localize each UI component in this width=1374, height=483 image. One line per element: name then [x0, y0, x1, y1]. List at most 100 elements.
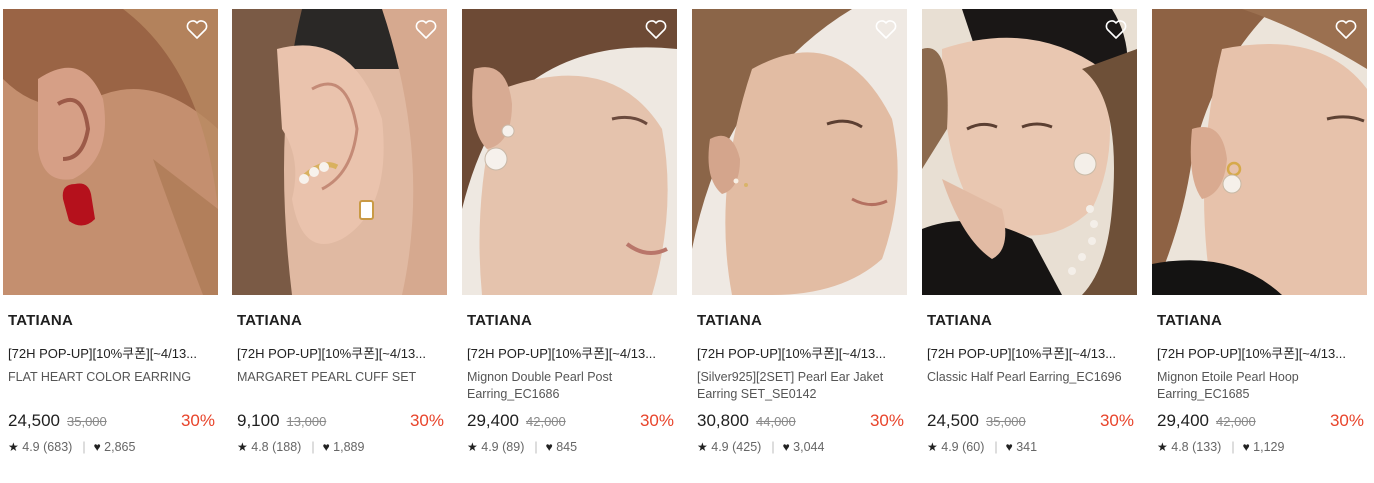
wishlist-heart-icon[interactable]	[644, 18, 668, 40]
wishlist-heart-icon[interactable]	[1104, 18, 1128, 40]
rating-likes: ★ 4.8 (133) | ♥ 1,129	[1157, 440, 1284, 454]
heart-filled-icon: ♥	[1005, 440, 1013, 454]
heart-filled-icon: ♥	[782, 440, 790, 454]
star-icon: ★	[697, 440, 708, 454]
rating-likes: ★ 4.9 (425) | ♥ 3,044	[697, 440, 824, 454]
review-count: (60)	[962, 440, 985, 454]
heart-filled-icon: ♥	[545, 440, 553, 454]
divider: |	[1231, 440, 1235, 454]
product-photo	[232, 9, 447, 295]
rating-value: 4.9	[941, 440, 959, 454]
like-count: 3,044	[793, 440, 825, 454]
heart-filled-icon: ♥	[93, 440, 101, 454]
wishlist-heart-icon[interactable]	[414, 18, 438, 40]
product-name[interactable]: MARGARET PEARL CUFF SET	[237, 369, 442, 386]
brand-name[interactable]: TATIANA	[927, 312, 992, 329]
star-icon: ★	[237, 440, 248, 454]
discount-rate: 30%	[869, 411, 904, 430]
product-card[interactable]: TATIANA [72H POP-UP][10%쿠폰][~4/13... MAR…	[232, 9, 447, 479]
promo-text[interactable]: [72H POP-UP][10%쿠폰][~4/13...	[697, 343, 902, 362]
promo-text[interactable]: [72H POP-UP][10%쿠폰][~4/13...	[237, 343, 442, 362]
discount-rate: 30%	[1099, 411, 1134, 430]
price-row: 29,400 42,000 30%	[467, 411, 674, 433]
price-row: 30,800 44,000 30%	[697, 411, 904, 433]
product-name[interactable]: Mignon Double Pearl Post Earring_EC1686	[467, 369, 672, 402]
sale-price: 30,800	[697, 411, 749, 430]
sale-price: 9,100	[237, 411, 280, 430]
promo-text[interactable]: [72H POP-UP][10%쿠폰][~4/13...	[927, 343, 1132, 362]
wishlist-heart-icon[interactable]	[1334, 18, 1358, 40]
sale-price: 29,400	[1157, 411, 1209, 430]
sale-price: 24,500	[8, 411, 60, 430]
rating-likes: ★ 4.8 (188) | ♥ 1,889	[237, 440, 364, 454]
product-photo	[922, 9, 1137, 295]
rating-value: 4.9	[481, 440, 499, 454]
product-image[interactable]	[3, 9, 218, 295]
product-photo	[462, 9, 677, 295]
star-icon: ★	[1157, 440, 1168, 454]
rating-value: 4.9	[711, 440, 729, 454]
product-image[interactable]	[922, 9, 1137, 295]
like-count: 341	[1016, 440, 1038, 454]
product-photo	[692, 9, 907, 295]
original-price: 13,000	[286, 414, 327, 429]
product-name[interactable]: [Silver925][2SET] Pearl Ear Jaket Earrin…	[697, 369, 902, 402]
divider: |	[771, 440, 775, 454]
product-card[interactable]: TATIANA [72H POP-UP][10%쿠폰][~4/13... [Si…	[692, 9, 907, 479]
product-card[interactable]: TATIANA [72H POP-UP][10%쿠폰][~4/13... Mig…	[1152, 9, 1367, 479]
review-count: (425)	[732, 440, 762, 454]
price-row: 29,400 42,000 30%	[1157, 411, 1364, 433]
product-grid: TATIANA [72H POP-UP][10%쿠폰][~4/13... FLA…	[0, 0, 1374, 483]
original-price: 42,000	[526, 414, 566, 429]
heart-filled-icon: ♥	[1242, 440, 1250, 454]
product-image[interactable]	[232, 9, 447, 295]
divider: |	[82, 440, 86, 454]
original-price: 44,000	[756, 414, 796, 429]
review-count: (188)	[272, 440, 302, 454]
original-price: 42,000	[1216, 414, 1256, 429]
rating-value: 4.8	[251, 440, 269, 454]
rating-value: 4.8	[1171, 440, 1189, 454]
star-icon: ★	[467, 440, 478, 454]
product-name[interactable]: Classic Half Pearl Earring_EC1696	[927, 369, 1132, 386]
price-row: 24,500 35,000 30%	[927, 411, 1134, 433]
heart-filled-icon: ♥	[322, 440, 330, 454]
brand-name[interactable]: TATIANA	[8, 312, 73, 329]
product-image[interactable]	[692, 9, 907, 295]
original-price: 35,000	[986, 414, 1026, 429]
like-count: 1,129	[1253, 440, 1285, 454]
brand-name[interactable]: TATIANA	[467, 312, 532, 329]
product-card[interactable]: TATIANA [72H POP-UP][10%쿠폰][~4/13... FLA…	[3, 9, 218, 479]
price-row: 24,500 35,000 30%	[8, 411, 215, 433]
promo-text[interactable]: [72H POP-UP][10%쿠폰][~4/13...	[8, 343, 213, 362]
star-icon: ★	[927, 440, 938, 454]
rating-value: 4.9	[22, 440, 40, 454]
brand-name[interactable]: TATIANA	[1157, 312, 1222, 329]
wishlist-heart-icon[interactable]	[874, 18, 898, 40]
star-icon: ★	[8, 440, 19, 454]
brand-name[interactable]: TATIANA	[237, 312, 302, 329]
divider: |	[994, 440, 998, 454]
wishlist-heart-icon[interactable]	[185, 18, 209, 40]
product-name[interactable]: Mignon Etoile Pearl Hoop Earring_EC1685	[1157, 369, 1362, 402]
rating-likes: ★ 4.9 (60) | ♥ 341	[927, 440, 1037, 454]
price-row: 9,100 13,000 30%	[237, 411, 444, 433]
promo-text[interactable]: [72H POP-UP][10%쿠폰][~4/13...	[467, 343, 672, 362]
product-card[interactable]: TATIANA [72H POP-UP][10%쿠폰][~4/13... Mig…	[462, 9, 677, 479]
like-count: 2,865	[104, 440, 136, 454]
divider: |	[534, 440, 538, 454]
product-name[interactable]: FLAT HEART COLOR EARRING	[8, 369, 213, 386]
product-photo	[3, 9, 218, 295]
sale-price: 29,400	[467, 411, 519, 430]
brand-name[interactable]: TATIANA	[697, 312, 762, 329]
sale-price: 24,500	[927, 411, 979, 430]
rating-likes: ★ 4.9 (683) | ♥ 2,865	[8, 440, 135, 454]
divider: |	[311, 440, 315, 454]
promo-text[interactable]: [72H POP-UP][10%쿠폰][~4/13...	[1157, 343, 1362, 362]
discount-rate: 30%	[1329, 411, 1364, 430]
discount-rate: 30%	[639, 411, 674, 430]
product-card[interactable]: TATIANA [72H POP-UP][10%쿠폰][~4/13... Cla…	[922, 9, 1137, 479]
product-photo	[1152, 9, 1367, 295]
product-image[interactable]	[462, 9, 677, 295]
product-image[interactable]	[1152, 9, 1367, 295]
